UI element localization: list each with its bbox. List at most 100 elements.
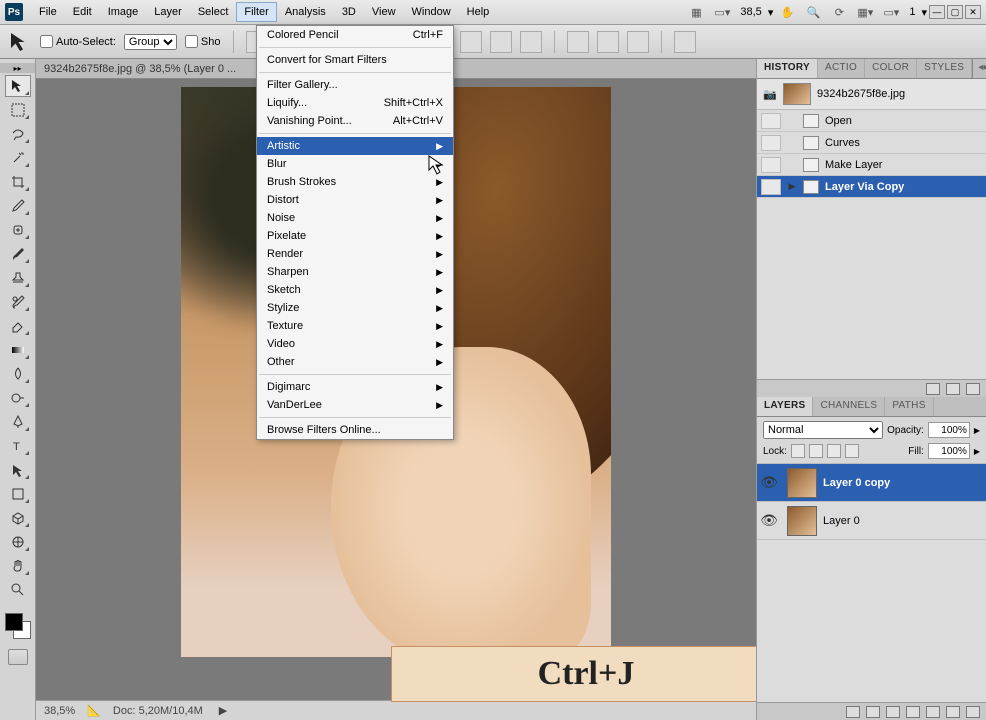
zoom-value[interactable]: 38,5 xyxy=(740,6,761,18)
new-snapshot-icon[interactable] xyxy=(946,383,960,395)
3d-camera-tool[interactable] xyxy=(5,531,31,553)
menu-image[interactable]: Image xyxy=(100,2,147,22)
history-tab-actio[interactable]: ACTIO xyxy=(818,59,865,78)
filter-item-colored-pencil[interactable]: Colored PencilCtrl+F xyxy=(257,26,453,44)
move-tool[interactable] xyxy=(5,75,31,97)
layers-tab-layers[interactable]: LAYERS xyxy=(757,397,813,416)
filter-item-convert-for-smart-filters[interactable]: Convert for Smart Filters xyxy=(257,51,453,69)
history-state[interactable]: ▶Layer Via Copy xyxy=(757,176,986,198)
lock-image-icon[interactable] xyxy=(809,444,823,458)
filter-item-texture[interactable]: Texture▶ xyxy=(257,317,453,335)
type-tool[interactable]: T xyxy=(5,435,31,457)
adjustment-layer-icon[interactable] xyxy=(906,706,920,718)
filter-item-noise[interactable]: Noise▶ xyxy=(257,209,453,227)
eyedropper-tool[interactable] xyxy=(5,195,31,217)
status-arrow-icon[interactable]: ▶ xyxy=(219,704,227,717)
filter-item-filter-gallery-[interactable]: Filter Gallery... xyxy=(257,76,453,94)
history-tab-color[interactable]: COLOR xyxy=(865,59,917,78)
new-group-icon[interactable] xyxy=(926,706,940,718)
new-doc-from-state-icon[interactable] xyxy=(926,383,940,395)
menu-help[interactable]: Help xyxy=(459,2,498,22)
auto-select-checkbox[interactable]: Auto-Select: xyxy=(40,35,116,48)
screen-icon[interactable]: ▭▾ xyxy=(882,3,900,21)
visibility-eye-icon[interactable]: 👁 xyxy=(757,474,781,491)
history-tab-styles[interactable]: STYLES xyxy=(917,59,972,78)
eraser-tool[interactable] xyxy=(5,315,31,337)
filter-item-digimarc[interactable]: Digimarc▶ xyxy=(257,378,453,396)
3d-tool[interactable] xyxy=(5,507,31,529)
zoom-icon[interactable]: 🔍 xyxy=(804,3,822,21)
marquee-tool[interactable] xyxy=(5,99,31,121)
filter-item-browse-filters-online-[interactable]: Browse Filters Online... xyxy=(257,421,453,439)
dodge-tool[interactable] xyxy=(5,387,31,409)
workspace-num[interactable]: 1 xyxy=(909,6,915,18)
menu-filter[interactable]: Filter xyxy=(236,2,276,22)
rotate-icon[interactable]: ⟳ xyxy=(830,3,848,21)
opacity-arrow-icon[interactable]: ▶ xyxy=(974,426,980,435)
opacity-input[interactable] xyxy=(928,422,970,438)
filter-item-stylize[interactable]: Stylize▶ xyxy=(257,299,453,317)
lock-trans-icon[interactable] xyxy=(791,444,805,458)
history-tab-history[interactable]: HISTORY xyxy=(757,59,818,78)
new-layer-icon[interactable] xyxy=(946,706,960,718)
filter-item-vanderlee[interactable]: VanDerLee▶ xyxy=(257,396,453,414)
history-snapshot[interactable]: 📷9324b2675f8e.jpg xyxy=(757,79,986,110)
layer-row[interactable]: 👁Layer 0 copy xyxy=(757,464,986,502)
pen-tool[interactable] xyxy=(5,411,31,433)
minimize-button[interactable]: — xyxy=(929,5,945,19)
layer-mask-icon[interactable] xyxy=(886,706,900,718)
bridge-icon[interactable]: ▦ xyxy=(687,3,705,21)
filter-item-blur[interactable]: Blur▶ xyxy=(257,155,453,173)
blur-tool[interactable] xyxy=(5,363,31,385)
menu-window[interactable]: Window xyxy=(404,2,459,22)
menu-analysis[interactable]: Analysis xyxy=(277,2,334,22)
dist-btn-4[interactable] xyxy=(567,31,589,53)
dist-btn-5[interactable] xyxy=(597,31,619,53)
stamp-tool[interactable] xyxy=(5,267,31,289)
delete-state-icon[interactable] xyxy=(966,383,980,395)
menu-edit[interactable]: Edit xyxy=(65,2,100,22)
auto-select-dropdown[interactable]: Group xyxy=(124,34,177,50)
filter-item-liquify-[interactable]: Liquify...Shift+Ctrl+X xyxy=(257,94,453,112)
screen-mode-icon[interactable]: ▭▾ xyxy=(713,3,731,21)
filter-item-vanishing-point-[interactable]: Vanishing Point...Alt+Ctrl+V xyxy=(257,112,453,130)
auto-align-btn[interactable] xyxy=(674,31,696,53)
filter-item-sharpen[interactable]: Sharpen▶ xyxy=(257,263,453,281)
path-select-tool[interactable] xyxy=(5,459,31,481)
lock-pos-icon[interactable] xyxy=(827,444,841,458)
toolbox-collapse[interactable]: ▸▸ xyxy=(0,63,35,73)
filter-item-distort[interactable]: Distort▶ xyxy=(257,191,453,209)
hand-tool[interactable] xyxy=(5,555,31,577)
history-state[interactable]: Open xyxy=(757,110,986,132)
history-state[interactable]: Make Layer xyxy=(757,154,986,176)
move-tool-icon[interactable] xyxy=(8,30,32,54)
dist-btn-3[interactable] xyxy=(520,31,542,53)
show-transform-checkbox[interactable]: Sho xyxy=(185,35,221,48)
status-zoom[interactable]: 38,5% xyxy=(44,705,75,717)
heal-tool[interactable] xyxy=(5,219,31,241)
quick-mask-toggle[interactable] xyxy=(8,649,28,665)
blend-mode-select[interactable]: Normal xyxy=(763,421,883,439)
lasso-tool[interactable] xyxy=(5,123,31,145)
menu-file[interactable]: File xyxy=(31,2,65,22)
hand-icon[interactable]: ✋ xyxy=(778,3,796,21)
shape-tool[interactable] xyxy=(5,483,31,505)
dist-btn-1[interactable] xyxy=(460,31,482,53)
lock-all-icon[interactable] xyxy=(845,444,859,458)
layer-row[interactable]: 👁Layer 0 xyxy=(757,502,986,540)
dist-btn-6[interactable] xyxy=(627,31,649,53)
zoom-tool[interactable] xyxy=(5,579,31,601)
dist-btn-2[interactable] xyxy=(490,31,512,53)
status-info-icon[interactable]: 📐 xyxy=(87,704,101,717)
maximize-button[interactable]: ▢ xyxy=(947,5,963,19)
filter-item-sketch[interactable]: Sketch▶ xyxy=(257,281,453,299)
filter-item-brush-strokes[interactable]: Brush Strokes▶ xyxy=(257,173,453,191)
arrange-icon[interactable]: ▦▾ xyxy=(856,3,874,21)
history-state[interactable]: Curves xyxy=(757,132,986,154)
menu-3d[interactable]: 3D xyxy=(334,2,364,22)
filter-item-render[interactable]: Render▶ xyxy=(257,245,453,263)
history-brush-tool[interactable] xyxy=(5,291,31,313)
crop-tool[interactable] xyxy=(5,171,31,193)
wand-tool[interactable] xyxy=(5,147,31,169)
delete-layer-icon[interactable] xyxy=(966,706,980,718)
